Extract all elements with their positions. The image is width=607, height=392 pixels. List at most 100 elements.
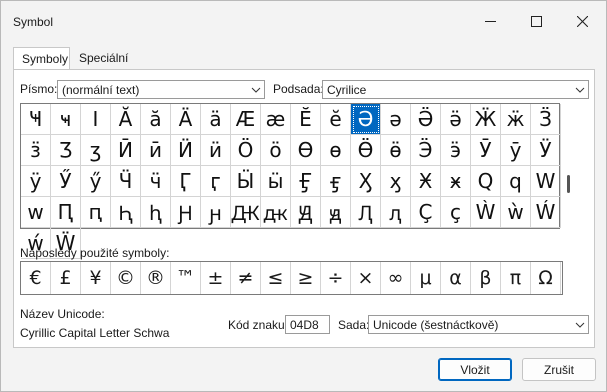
symbol-cell[interactable]: Ӡ <box>51 135 81 166</box>
font-select[interactable]: (normální text) <box>57 80 265 99</box>
symbol-cell[interactable]: ӱ <box>21 166 51 197</box>
symbol-cell[interactable]: ҫ <box>441 197 471 228</box>
symbol-cell[interactable]: ԧ <box>141 197 171 228</box>
recent-symbols-row[interactable]: € £ ¥ © ® ™ ± ≠ ≤ ≥ ÷ × ∞ μ α β π Ω <box>20 261 563 295</box>
symbol-cell[interactable]: ӡ <box>81 135 111 166</box>
symbol-cell[interactable]: Ԝ <box>531 166 561 197</box>
symbol-cell[interactable]: ԫ <box>261 197 291 228</box>
symbol-cell[interactable]: ԯ <box>381 197 411 228</box>
symbol-cell[interactable]: Ӻ <box>291 166 321 197</box>
symbol-cell[interactable]: Ӹ <box>231 166 261 197</box>
symbol-cell[interactable]: Ӝ <box>471 104 501 135</box>
recent-symbol-cell[interactable]: ± <box>201 262 231 294</box>
symbol-cell[interactable]: ӛ <box>441 104 471 135</box>
symbol-cell[interactable]: Ӑ <box>111 104 141 135</box>
symbol-cell[interactable]: ӽ <box>381 166 411 197</box>
symbol-cell[interactable]: Ԧ <box>111 197 141 228</box>
cancel-button[interactable]: Zrušit <box>522 358 596 381</box>
symbol-cell[interactable]: ӑ <box>141 104 171 135</box>
symbol-cell[interactable]: ӟ <box>21 135 51 166</box>
recent-symbol-cell[interactable]: ™ <box>171 262 201 294</box>
recent-symbol-cell[interactable]: β <box>471 262 501 294</box>
symbol-cell[interactable]: Ӿ <box>411 166 441 197</box>
symbol-cell[interactable]: ӕ <box>261 104 291 135</box>
symbol-cell[interactable]: ԩ <box>201 197 231 228</box>
symbol-grid-scrollbar[interactable] <box>562 103 576 229</box>
symbol-cell[interactable]: Ӱ <box>531 135 561 166</box>
symbol-cell[interactable]: Ӫ <box>351 135 381 166</box>
symbol-cell[interactable]: ӥ <box>201 135 231 166</box>
symbol-cell[interactable]: ӗ <box>321 104 351 135</box>
symbol-cell[interactable]: ԝ <box>21 197 51 228</box>
symbol-cell[interactable]: І <box>81 104 111 135</box>
recent-symbol-cell[interactable]: Ω <box>531 262 561 294</box>
symbol-cell[interactable]: Ӕ <box>231 104 261 135</box>
minimize-button[interactable] <box>467 1 513 41</box>
symbol-cell[interactable]: Ӛ <box>411 104 441 135</box>
recent-symbol-cell[interactable]: ® <box>141 262 171 294</box>
symbol-cell[interactable]: Ҫ <box>411 197 441 228</box>
symbol-cell[interactable]: ẁ <box>501 197 531 228</box>
symbol-cell[interactable]: Ӵ <box>111 166 141 197</box>
symbol-cell[interactable]: ԭ <box>321 197 351 228</box>
symbol-cell[interactable]: Ӳ <box>51 166 81 197</box>
recent-symbol-cell[interactable]: ∞ <box>381 262 411 294</box>
symbol-cell[interactable]: Ԭ <box>291 197 321 228</box>
symbol-cell[interactable]: Ԯ <box>351 197 381 228</box>
symbol-cell[interactable]: ө <box>321 135 351 166</box>
symbol-cell[interactable]: ӧ <box>261 135 291 166</box>
symbol-cell[interactable]: Ӽ <box>351 166 381 197</box>
recent-symbol-cell[interactable]: ÷ <box>321 262 351 294</box>
insert-button[interactable]: Vložit <box>438 358 512 381</box>
recent-symbol-cell[interactable]: © <box>111 262 141 294</box>
tab-special-characters[interactable]: Speciální znaky <box>71 47 136 87</box>
symbol-cell[interactable]: Ӣ <box>111 135 141 166</box>
recent-symbol-cell[interactable]: ≠ <box>231 262 261 294</box>
symbol-cell[interactable]: ӳ <box>81 166 111 197</box>
scrollbar-thumb[interactable] <box>567 175 570 193</box>
symbol-cell[interactable]: ԛ <box>501 166 531 197</box>
subset-select[interactable]: Cyrilice <box>322 80 589 99</box>
symbol-cell[interactable]: ӣ <box>141 135 171 166</box>
symbol-cell[interactable]: Ӓ <box>171 104 201 135</box>
recent-symbol-cell[interactable]: € <box>21 262 51 294</box>
symbol-cell[interactable]: ӝ <box>501 104 531 135</box>
recent-symbol-cell[interactable]: ¥ <box>81 262 111 294</box>
close-button[interactable] <box>559 1 605 41</box>
symbol-cell[interactable]: Ԫ <box>231 197 261 228</box>
symbol-cell[interactable]: Ԛ <box>471 166 501 197</box>
tab-symbols[interactable]: Symboly <box>13 47 70 70</box>
symbol-cell[interactable]: ӫ <box>381 135 411 166</box>
recent-symbol-cell[interactable]: α <box>441 262 471 294</box>
symbol-cell[interactable]: Ӯ <box>471 135 501 166</box>
char-code-input[interactable]: 04D8 <box>285 315 330 334</box>
maximize-button[interactable] <box>513 1 559 41</box>
symbol-cell[interactable]: Ԥ <box>51 197 81 228</box>
recent-symbol-cell[interactable]: × <box>351 262 381 294</box>
symbol-cell[interactable]: Ẁ <box>471 197 501 228</box>
symbol-cell[interactable]: Ӭ <box>411 135 441 166</box>
symbol-cell[interactable]: ӯ <box>501 135 531 166</box>
recent-symbol-cell[interactable]: ≤ <box>261 262 291 294</box>
symbol-grid[interactable]: ҸҹІӐӑӒӓӔӕӖӗӘәӚӛӜӝӞӟӠӡӢӣӤӥӦӧӨөӪӫӬӭӮӯӰӱӲӳӴ… <box>20 103 561 259</box>
symbol-cell[interactable]: ӵ <box>141 166 171 197</box>
symbol-cell[interactable]: Ӗ <box>291 104 321 135</box>
symbol-cell[interactable]: Ӷ <box>171 166 201 197</box>
symbol-cell[interactable]: ӿ <box>441 166 471 197</box>
symbol-cell[interactable]: Ẃ <box>531 197 561 228</box>
symbol-cell[interactable]: Ԩ <box>171 197 201 228</box>
from-select[interactable]: Unicode (šestnáctkově) <box>368 315 589 334</box>
recent-symbol-cell[interactable]: £ <box>51 262 81 294</box>
symbol-cell[interactable]: ӹ <box>261 166 291 197</box>
symbol-cell[interactable]: Ӟ <box>531 104 561 135</box>
symbol-cell[interactable]: Ӧ <box>231 135 261 166</box>
symbol-cell-selected[interactable]: Ә <box>351 104 381 135</box>
symbol-cell[interactable]: ԥ <box>81 197 111 228</box>
recent-symbol-cell[interactable]: π <box>501 262 531 294</box>
recent-symbol-cell[interactable]: ≥ <box>291 262 321 294</box>
recent-symbol-cell[interactable]: μ <box>411 262 441 294</box>
symbol-cell[interactable]: Ө <box>291 135 321 166</box>
symbol-cell[interactable]: ӭ <box>441 135 471 166</box>
symbol-cell[interactable]: ә <box>381 104 411 135</box>
symbol-cell[interactable]: ҹ <box>51 104 81 135</box>
